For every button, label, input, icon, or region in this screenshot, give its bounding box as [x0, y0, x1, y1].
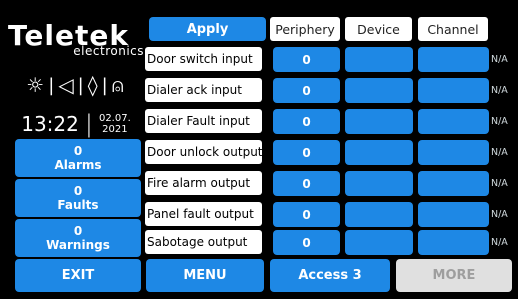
header-device: Device: [345, 17, 412, 41]
faults-counter-button[interactable]: 0 Faults: [15, 179, 141, 217]
output-name-door-unlock: Door unlock output: [145, 140, 262, 164]
separator: |: [101, 74, 108, 96]
apply-button[interactable]: Apply: [149, 17, 266, 41]
na-label: N/A: [491, 147, 508, 158]
clock: 13:22 | 02.07. 2021: [10, 108, 142, 140]
clock-divider: |: [84, 110, 93, 138]
na-label: N/A: [491, 237, 508, 248]
output-name-panel-fault: Panel fault output: [145, 202, 262, 226]
warnings-label: Warnings: [46, 238, 110, 252]
na-label: N/A: [491, 178, 508, 189]
device-field[interactable]: [345, 202, 413, 227]
periphery-field[interactable]: 0: [273, 47, 340, 72]
channel-field[interactable]: [418, 202, 489, 227]
channel-field[interactable]: [418, 171, 489, 196]
device-field[interactable]: [345, 47, 413, 72]
alarms-counter-button[interactable]: 0 Alarms: [15, 139, 141, 177]
extinguisher-icon: ⍝: [111, 73, 124, 97]
separator: |: [48, 74, 55, 96]
device-field[interactable]: [345, 78, 413, 103]
na-label: N/A: [491, 85, 508, 96]
exit-button[interactable]: EXIT: [15, 259, 141, 292]
clock-date: 02.07. 2021: [99, 113, 131, 135]
periphery-field[interactable]: 0: [273, 109, 340, 134]
speaker-icon: ◁: [58, 73, 74, 97]
device-field[interactable]: [345, 109, 413, 134]
periphery-field[interactable]: 0: [273, 230, 340, 255]
na-label: N/A: [491, 209, 508, 220]
warnings-counter-button[interactable]: 0 Warnings: [15, 219, 141, 257]
clock-time: 13:22: [21, 112, 79, 136]
device-field[interactable]: [345, 230, 413, 255]
device-field[interactable]: [345, 140, 413, 165]
channel-field[interactable]: [418, 109, 489, 134]
alarms-label: Alarms: [54, 158, 102, 172]
sun-icon: ☼: [26, 73, 45, 97]
flame-icon: ◊: [87, 73, 98, 97]
faults-count: 0: [73, 184, 83, 198]
input-name-dialer-ack: Dialer ack input: [145, 78, 262, 102]
device-field[interactable]: [345, 171, 413, 196]
separator: |: [77, 74, 84, 96]
more-button[interactable]: MORE: [396, 259, 512, 292]
output-name-fire-alarm: Fire alarm output: [145, 171, 262, 195]
input-name-door-switch: Door switch input: [145, 47, 262, 71]
brand-subtitle: electronics: [73, 44, 144, 58]
input-name-dialer-fault: Dialer Fault input: [145, 109, 262, 133]
channel-field[interactable]: [418, 140, 489, 165]
header-periphery: Periphery: [270, 17, 340, 41]
periphery-field[interactable]: 0: [273, 140, 340, 165]
na-label: N/A: [491, 54, 508, 65]
periphery-field[interactable]: 0: [273, 171, 340, 196]
header-channel: Channel: [418, 17, 488, 41]
menu-button[interactable]: MENU: [146, 259, 264, 292]
periphery-field[interactable]: 0: [273, 202, 340, 227]
output-name-sabotage: Sabotage output: [145, 230, 262, 254]
channel-field[interactable]: [418, 230, 489, 255]
warnings-count: 0: [73, 224, 83, 238]
alarms-count: 0: [73, 144, 83, 158]
periphery-field[interactable]: 0: [273, 78, 340, 103]
clock-date-year: 2021: [102, 124, 128, 135]
channel-field[interactable]: [418, 78, 489, 103]
na-label: N/A: [491, 116, 508, 127]
faults-label: Faults: [57, 198, 99, 212]
access-level-button[interactable]: Access 3: [270, 259, 390, 292]
clock-date-day: 02.07.: [98, 113, 131, 124]
channel-field[interactable]: [418, 47, 489, 72]
status-icon-bar: ☼ | ◁ | ◊ | ⍝: [8, 72, 142, 98]
